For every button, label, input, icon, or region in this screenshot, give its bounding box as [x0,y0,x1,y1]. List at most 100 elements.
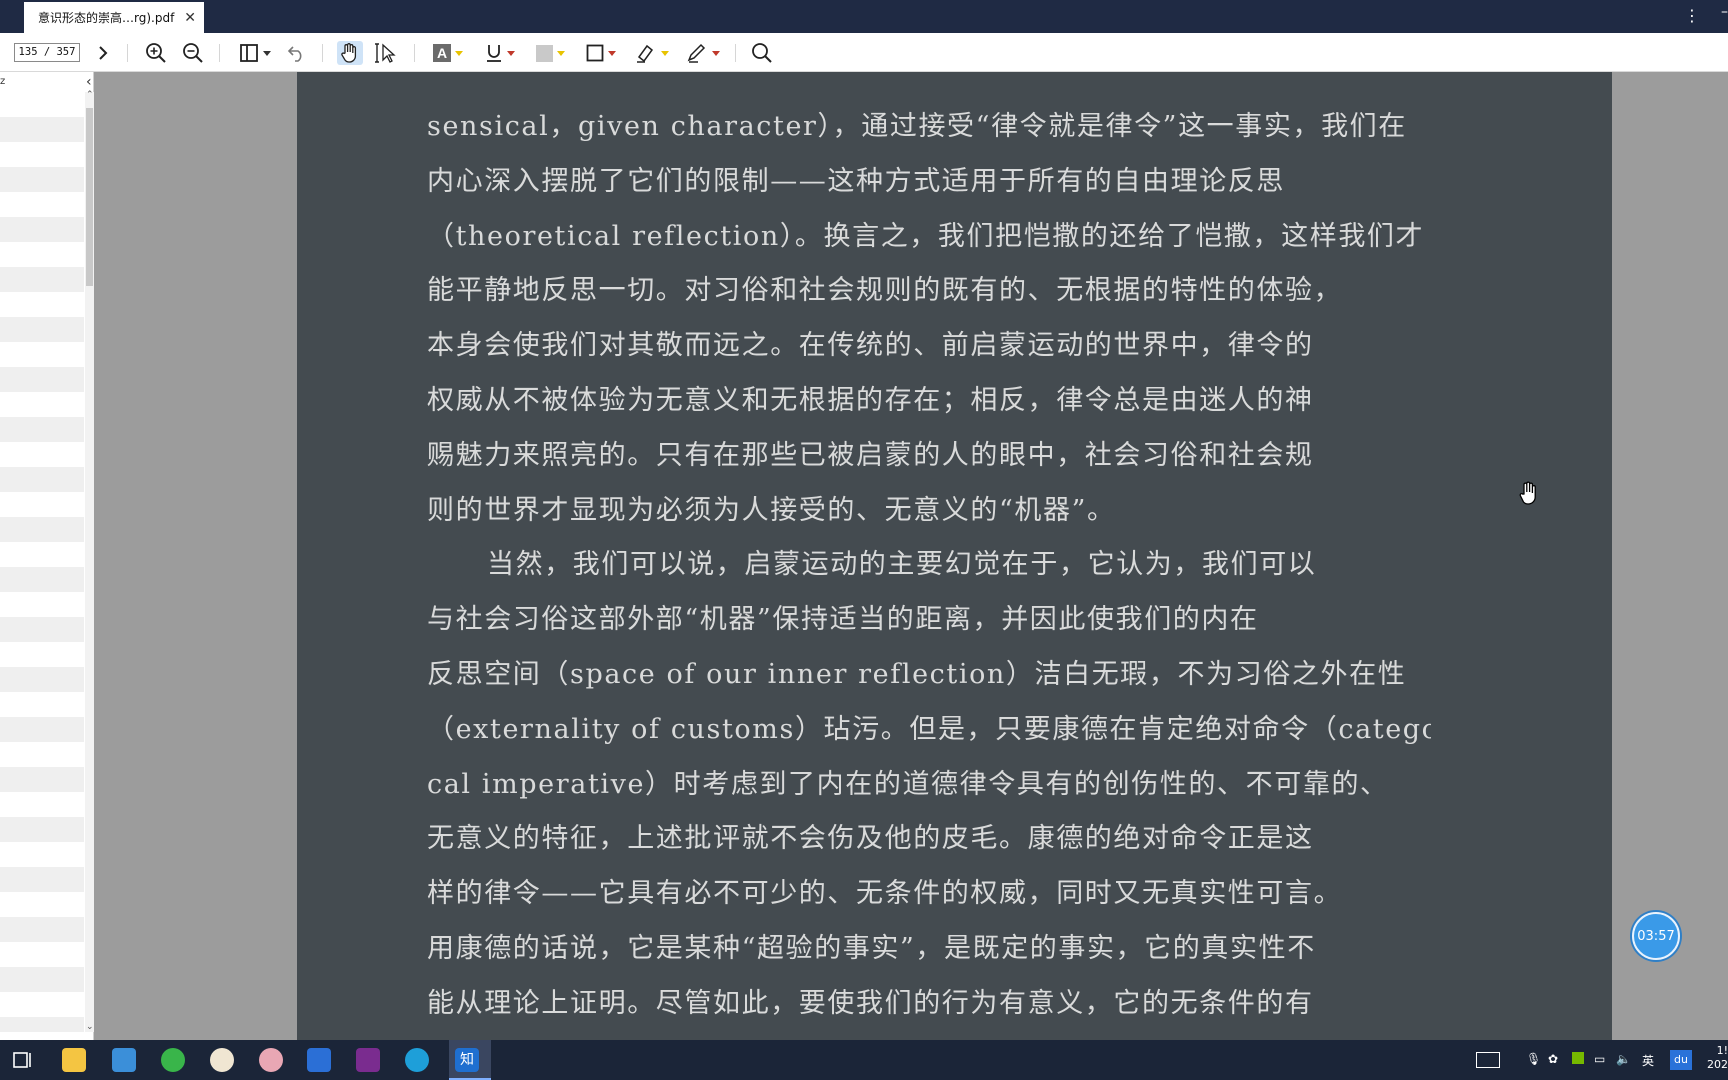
text-line: 则的世界才显现为必须为人接受的、无意义的“机器”。 [427,494,1116,526]
list-item[interactable] [0,817,84,842]
close-icon[interactable]: ✕ [184,10,196,26]
list-item[interactable] [0,492,84,517]
text-line: 与社会习俗这部外部“机器”保持适当的距离，并因此使我们的内在 [427,604,1259,636]
list-item[interactable] [0,792,84,817]
chevron-down-icon [661,50,669,56]
hand-cursor-icon [1519,481,1539,507]
control-panel-icon[interactable] [112,1048,136,1072]
page-text: sensical，given character），通过接受“律令就是律令”这一… [427,100,1431,1032]
list-item[interactable] [0,517,84,542]
app-bird-icon[interactable] [307,1048,331,1072]
pdf-page[interactable]: sensical，given character），通过接受“律令就是律令”这一… [297,72,1612,1040]
zoom-in-icon[interactable] [144,41,168,65]
list-item[interactable] [0,367,84,392]
collapse-sidebar-icon[interactable]: ‹ [86,74,92,90]
list-item[interactable] [0,117,84,142]
list-item[interactable] [0,967,84,992]
text-line: 用康德的话说，它是某种“超验的事实”，是既定的事实，它的真实性不 [427,932,1316,964]
list-item[interactable] [0,467,84,492]
text-line: 样的律令——它具有必不可少的、无条件的权威，同时又无真实性可言。 [427,878,1343,910]
list-item[interactable] [0,617,84,642]
app-zhi-icon[interactable]: 知 [455,1048,479,1072]
list-item[interactable] [0,292,84,317]
app-flower-icon[interactable] [210,1048,234,1072]
underline-icon[interactable] [482,41,518,65]
list-item[interactable] [0,217,84,242]
next-page-icon[interactable] [94,41,112,65]
list-item[interactable] [0,717,84,742]
app-green-icon[interactable] [161,1048,185,1072]
network-icon[interactable]: ▭ [1594,1052,1605,1066]
zoom-out-icon[interactable] [181,41,205,65]
list-item[interactable] [0,942,84,967]
app-stripes-icon[interactable] [356,1048,380,1072]
page-layout-icon[interactable] [235,41,275,65]
list-item[interactable] [0,392,84,417]
fill-color-icon[interactable] [532,41,568,65]
list-item[interactable] [0,192,84,217]
text-line: 能平静地反思一切。对习俗和社会规则的既有的、无根据的特性的体验， [427,275,1343,307]
list-item[interactable] [0,842,84,867]
task-view-icon[interactable] [10,1048,34,1072]
list-item[interactable] [0,1017,84,1032]
list-item[interactable] [0,167,84,192]
nvidia-icon[interactable] [1572,1052,1584,1064]
page-number-input[interactable]: 135 / 357 [14,43,80,62]
hand-tool-icon[interactable] [337,41,363,65]
list-item[interactable] [0,867,84,892]
text-select-icon[interactable] [374,41,400,65]
undo-icon[interactable] [286,41,308,65]
ime-indicator[interactable]: 英 [1642,1052,1654,1069]
list-item[interactable] [0,542,84,567]
list-item[interactable] [0,892,84,917]
sidebar-scroll-thumb[interactable] [86,108,93,286]
highlighter-icon[interactable] [633,41,671,65]
list-item[interactable] [0,317,84,342]
system-clock[interactable]: 1! 202 [1707,1044,1728,1072]
file-explorer-icon[interactable] [62,1048,86,1072]
rectangle-icon[interactable] [583,41,619,65]
microphone-icon[interactable]: 🎙 [1526,1052,1541,1066]
volume-icon[interactable]: 🔈 [1616,1052,1631,1066]
chevron-down-icon [455,50,463,56]
news-widget-icon[interactable] [1476,1052,1500,1068]
edge-icon[interactable] [405,1048,429,1072]
list-item[interactable] [0,442,84,467]
list-item[interactable] [0,592,84,617]
list-item[interactable] [0,267,84,292]
list-item[interactable] [0,992,84,1017]
app-brain-icon[interactable] [259,1048,283,1072]
text-line: sensical，given character），通过接受“律令就是律令”这一… [427,111,1407,142]
list-item[interactable] [0,417,84,442]
list-item[interactable] [0,742,84,767]
text-line: 当然，我们可以说，启蒙运动的主要幻觉在于，它认为，我们可以 [487,549,1317,581]
scroll-down-icon[interactable]: ⌄ [86,1022,94,1032]
list-item[interactable] [0,142,84,167]
list-item[interactable] [0,667,84,692]
list-item[interactable] [0,242,84,267]
tab-title: 意识形态的崇高…rg).pdf [38,11,175,25]
baidu-input-icon[interactable]: du [1670,1050,1692,1070]
list-item[interactable] [0,567,84,592]
scroll-up-icon[interactable]: ⌃ [86,90,94,100]
text-color-icon[interactable]: A [429,41,467,65]
minimize-icon[interactable]: – [1721,4,1728,20]
list-item[interactable] [0,92,84,117]
search-icon[interactable] [750,41,774,65]
text-line: 反思空间（space of our inner reflection）洁白无瑕，… [427,658,1407,690]
list-item[interactable] [0,342,84,367]
toolbar-divider [219,44,220,62]
list-item[interactable] [0,692,84,717]
document-tab[interactable]: 意识形态的崇高…rg).pdf ✕ [24,2,204,33]
list-item[interactable] [0,642,84,667]
chevron-down-icon [263,50,271,56]
chevron-down-icon [712,50,720,56]
pen-icon[interactable] [684,41,722,65]
list-item[interactable] [0,767,84,792]
app-tray-icon[interactable]: ✿ [1548,1052,1558,1066]
list-item[interactable] [0,917,84,942]
text-line: 无意义的特征，上述批评就不会伤及他的皮毛。康德的绝对命令正是这 [427,823,1314,855]
floating-timer[interactable]: 03:57 [1632,912,1680,960]
text-line: 能从理论上证明。尽管如此，要使我们的行为有意义，它的无条件的有 [427,987,1314,1019]
more-menu-icon[interactable]: ⋮ [1684,6,1700,26]
